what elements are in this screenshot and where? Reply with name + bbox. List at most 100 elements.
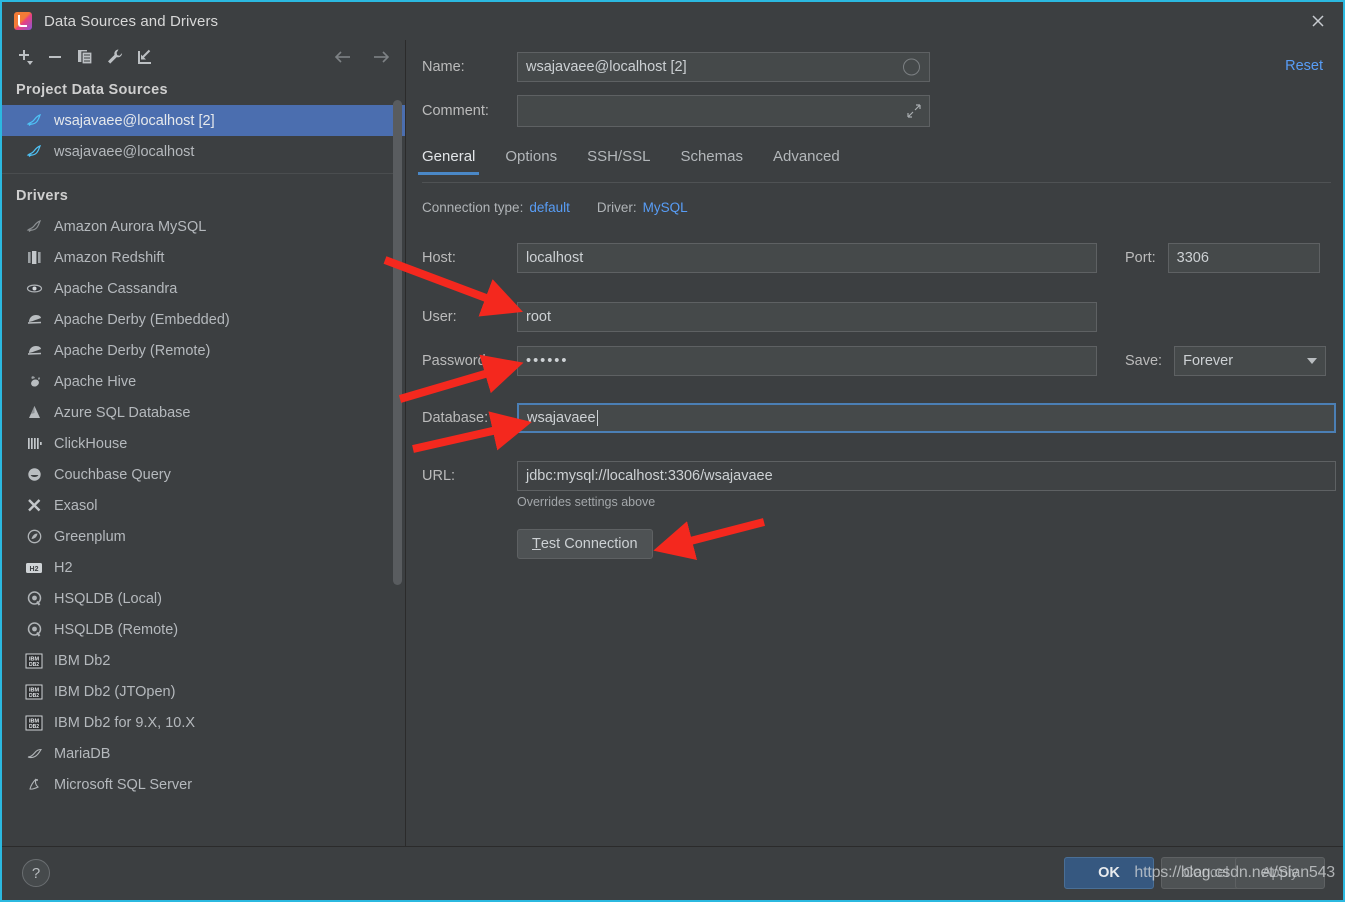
comment-input[interactable] — [517, 95, 930, 127]
comment-label: Comment: — [422, 103, 489, 119]
plus-icon — [19, 50, 33, 65]
host-value: localhost — [526, 250, 584, 266]
greenplum-circle-icon — [24, 527, 44, 547]
driver-item-apache-derby-embedded[interactable]: Apache Derby (Embedded) — [2, 304, 405, 335]
password-input[interactable]: •••••• — [517, 346, 1097, 376]
svg-text:DB2: DB2 — [29, 662, 39, 668]
driver-item-label: IBM Db2 for 9.X, 10.X — [54, 714, 196, 731]
host-label: Host: — [422, 250, 456, 266]
connection-type-label: Connection type: — [422, 200, 524, 215]
host-input[interactable]: localhost — [517, 243, 1097, 273]
reset-link[interactable]: Reset — [1285, 58, 1323, 74]
driver-item-label: Apache Derby (Embedded) — [54, 311, 230, 328]
driver-item-label: Apache Derby (Remote) — [54, 342, 211, 359]
tab-schemas[interactable]: Schemas — [680, 144, 743, 175]
test-connection-button[interactable]: Test Connection — [517, 529, 653, 559]
driver-item-microsoft-sql-server[interactable]: Microsoft SQL Server — [2, 769, 405, 800]
expand-icon[interactable] — [907, 104, 921, 118]
import-button[interactable] — [130, 42, 160, 72]
driver-value[interactable]: MySQL — [643, 200, 688, 215]
database-input[interactable]: wsajavaee — [517, 403, 1336, 433]
cassandra-eye-icon — [24, 279, 44, 299]
minus-icon — [49, 56, 61, 58]
driver-item-h2[interactable]: H2 H2 — [2, 552, 405, 583]
driver-item-label: HSQLDB (Local) — [54, 590, 162, 607]
driver-item-couchbase-query[interactable]: Couchbase Query — [2, 459, 405, 490]
url-value: jdbc:mysql://localhost:3306/wsajavaee — [526, 468, 773, 484]
driver-item-hsqldb-remote[interactable]: HSQLDB (Remote) — [2, 614, 405, 645]
save-label: Save: — [1125, 353, 1163, 369]
help-button[interactable]: ? — [22, 859, 50, 887]
chevron-down-icon — [1307, 358, 1318, 364]
apply-button[interactable]: Apply — [1235, 857, 1325, 889]
close-button[interactable] — [1293, 2, 1343, 40]
port-input[interactable]: 3306 — [1167, 243, 1320, 273]
tab-ssh-ssl[interactable]: SSH/SSL — [587, 144, 650, 175]
host-row: Host: localhost Port: 3306 — [422, 243, 1320, 273]
ok-button[interactable]: OK — [1064, 857, 1154, 889]
url-input[interactable]: jdbc:mysql://localhost:3306/wsajavaee — [517, 461, 1336, 491]
add-button[interactable] — [10, 42, 40, 72]
navigate-forward-button[interactable] — [366, 42, 396, 72]
driver-item-label: Apache Cassandra — [54, 280, 178, 297]
sidebar-scrollbar[interactable] — [393, 100, 402, 585]
hive-bee-icon — [24, 372, 44, 392]
driver-item-mariadb[interactable]: MariaDB — [2, 738, 405, 769]
driver-item-hsqldb-local[interactable]: HSQLDB (Local) — [2, 583, 405, 614]
user-input[interactable]: root — [517, 302, 1097, 332]
mariadb-seal-icon — [24, 744, 44, 764]
settings-tabs: General Options SSH/SSL Schemas Advanced — [407, 144, 1343, 184]
driver-item-label: HSQLDB (Remote) — [54, 621, 179, 638]
details-panel: Name: wsajavaee@localhost [2] Comment: R… — [407, 40, 1343, 846]
driver-item-ibm-db2-jtopen[interactable]: IBM DB2 IBM Db2 (JTOpen) — [2, 676, 405, 707]
driver-item-azure-sql-database[interactable]: Azure SQL Database — [2, 397, 405, 428]
driver-item-apache-hive[interactable]: Apache Hive — [2, 366, 405, 397]
driver-item-clickhouse[interactable]: ClickHouse — [2, 428, 405, 459]
sidebar-item-wsajavaee-localhost-2[interactable]: wsajavaee@localhost [2] — [2, 105, 405, 136]
derby-hat-icon — [24, 310, 44, 330]
port-value: 3306 — [1176, 250, 1209, 266]
database-label: Database: — [422, 410, 489, 426]
driver-item-amazon-redshift[interactable]: Amazon Redshift — [2, 242, 405, 273]
driver-item-exasol[interactable]: Exasol — [2, 490, 405, 521]
save-select[interactable]: Forever — [1174, 346, 1327, 376]
properties-button[interactable] — [100, 42, 130, 72]
driver-item-label: IBM Db2 (JTOpen) — [54, 683, 176, 700]
dialog-footer: ? OK Cancel Apply https://blog.csdn.net/… — [2, 846, 1343, 900]
driver-item-apache-derby-remote[interactable]: Apache Derby (Remote) — [2, 335, 405, 366]
driver-item-label: IBM Db2 — [54, 652, 111, 669]
arrow-left-icon — [334, 51, 350, 63]
tab-general[interactable]: General — [417, 144, 480, 175]
tree-divider — [2, 173, 395, 174]
sidebar-item-wsajavaee-localhost[interactable]: wsajavaee@localhost — [2, 136, 405, 167]
navigate-back-button[interactable] — [328, 42, 358, 72]
port-label: Port: — [1125, 250, 1156, 266]
svg-text:DB2: DB2 — [29, 724, 39, 730]
driver-item-amazon-aurora-mysql[interactable]: Amazon Aurora MySQL — [2, 211, 405, 242]
tab-options[interactable]: Options — [505, 144, 557, 175]
ibm-db2-icon: IBM DB2 — [24, 682, 44, 702]
derby-hat-icon — [24, 341, 44, 361]
duplicate-button[interactable] — [70, 42, 100, 72]
mysql-dolphin-icon — [24, 217, 44, 237]
hsqldb-icon — [24, 620, 44, 640]
exasol-x-icon — [24, 496, 44, 516]
tab-advanced[interactable]: Advanced — [773, 144, 840, 175]
driver-item-label: Azure SQL Database — [54, 404, 191, 421]
name-input[interactable]: wsajavaee@localhost [2] — [517, 52, 930, 82]
svg-text:DB2: DB2 — [29, 693, 39, 699]
remove-button[interactable] — [40, 42, 70, 72]
data-sources-tree[interactable]: Project Data Sources wsajavaee@localhost… — [2, 74, 405, 846]
close-icon — [1312, 15, 1324, 27]
url-hint: Overrides settings above — [517, 495, 656, 509]
driver-item-ibm-db2[interactable]: IBM DB2 IBM Db2 — [2, 645, 405, 676]
driver-item-ibm-db2-for-9x-10x[interactable]: IBM DB2 IBM Db2 for 9.X, 10.X — [2, 707, 405, 738]
password-row: Password: •••••• Save: Forever — [422, 346, 1327, 376]
circle-indicator-icon — [903, 58, 920, 76]
driver-item-greenplum[interactable]: Greenplum — [2, 521, 405, 552]
driver-item-apache-cassandra[interactable]: Apache Cassandra — [2, 273, 405, 304]
connection-type-value[interactable]: default — [529, 200, 570, 215]
ibm-db2-icon: IBM DB2 — [24, 713, 44, 733]
database-value: wsajavaee — [527, 410, 596, 426]
svg-text:H2: H2 — [30, 565, 39, 572]
